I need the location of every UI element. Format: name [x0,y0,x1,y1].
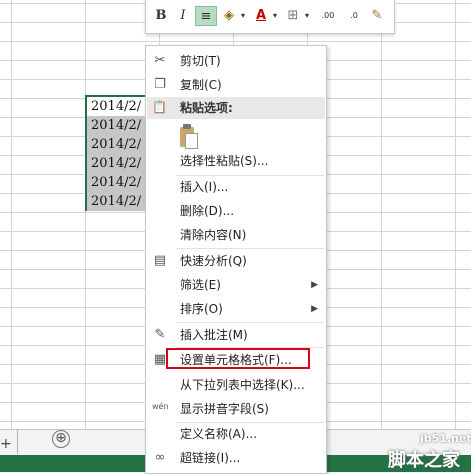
menu-item-pick-from-list[interactable]: 从下拉列表中选择(K)... [146,373,326,397]
copy-icon: ❐ [154,77,166,92]
paste-options-header: 📋 粘贴选项: [147,97,325,119]
menu-item-quick-analysis[interactable]: ▤ 快速分析(Q) [146,249,326,273]
cell[interactable]: 2014/2/ [87,154,149,173]
menu-item-define-name[interactable]: 定义名称(A)... [146,422,326,446]
increase-decimal-icon[interactable]: .00 [316,6,340,26]
chevron-down-icon[interactable]: ▾ [302,6,312,26]
format-cells-highlight [166,348,310,369]
chevron-right-icon: ▶ [311,280,318,290]
cell[interactable]: 2014/2/ [87,97,149,116]
menu-item-cut[interactable]: ✂ 剪切(T) [146,49,326,73]
menu-item-insert[interactable]: 插入(I)... [146,175,326,199]
format-painter-icon[interactable]: ✎ [368,6,386,26]
mini-toolbar: B I ≡ ◈ ▾ A ▾ ⊞ ▾ .00 .0 ✎ [145,0,395,34]
chevron-down-icon[interactable]: ▾ [270,6,280,26]
context-menu: ✂ 剪切(T) ❐ 复制(C) 📋 粘贴选项: 选择性粘贴(S)... 插入(I… [145,45,327,474]
menu-item-copy[interactable]: ❐ 复制(C) [146,73,326,97]
menu-item-insert-comment[interactable]: ✎ 插入批注(M) [146,323,326,347]
bold-button[interactable]: B [152,6,170,26]
phonetic-icon: wén [152,402,169,411]
add-sheet-icon[interactable]: ⊕ [52,430,70,448]
borders-icon[interactable]: ⊞ [284,6,302,26]
comment-icon: ✎ [154,327,166,342]
font-color-icon[interactable]: A [252,6,270,26]
cell[interactable]: 2014/2/ [87,192,149,211]
watermark-site: jb51.net [420,432,471,445]
menu-item-delete[interactable]: 删除(D)... [146,199,326,223]
selected-range[interactable]: 2014/2/ 2014/2/ 2014/2/ 2014/2/ 2014/2/ … [85,95,151,211]
watermark-name: 脚本之家 [388,450,460,471]
menu-item-filter[interactable]: 筛选(E) ▶ [146,273,326,297]
fill-color-icon[interactable]: ◈ [220,6,238,26]
menu-item-paste-special[interactable]: 选择性粘贴(S)... [146,149,326,173]
italic-button[interactable]: I [174,6,192,26]
chevron-down-icon[interactable]: ▾ [238,6,248,26]
cell[interactable]: 2014/2/ [87,116,149,135]
quick-analysis-icon: ▤ [153,253,167,268]
scissors-icon: ✂ [154,53,166,68]
clipboard-icon: 📋 [152,100,167,114]
cell[interactable]: 2014/2/ [87,173,149,192]
tab-divider [17,430,18,454]
chevron-right-icon: ▶ [311,304,318,314]
menu-item-phonetic[interactable]: wén 显示拼音字段(S) [146,397,326,421]
hyperlink-icon: ∞ [154,450,166,465]
menu-item-sort[interactable]: 排序(O) ▶ [146,297,326,321]
sheet-tab-fragment[interactable]: + [0,436,12,452]
menu-item-clear-contents[interactable]: 清除内容(N) [146,223,326,247]
menu-item-hyperlink[interactable]: ∞ 超链接(I)... [146,446,326,470]
cell[interactable]: 2014/2/ [87,135,149,154]
align-center-button[interactable]: ≡ [195,6,217,26]
paste-button[interactable] [178,124,198,150]
decrease-decimal-icon[interactable]: .0 [342,6,366,26]
